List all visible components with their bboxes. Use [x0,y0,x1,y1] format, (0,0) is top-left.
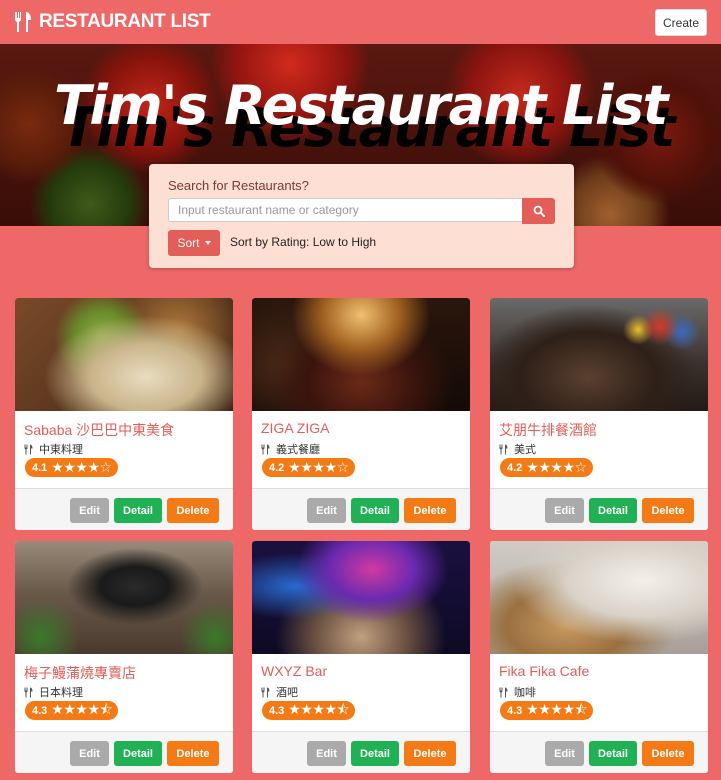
brand-link[interactable]: RESTAURANT LIST [14,11,211,33]
restaurant-name[interactable]: 梅子鰻蒲燒專賣店 [24,663,136,683]
restaurant-name[interactable]: Fika Fika Cafe [499,663,589,679]
delete-button[interactable]: Delete [404,498,456,523]
card-footer: Edit Detail Delete [15,488,233,530]
restaurant-photo[interactable] [15,541,233,654]
detail-button[interactable]: Detail [114,741,162,766]
rating-value: 4.1 [32,461,48,474]
utensils-icon [261,687,270,697]
search-label: Search for Restaurants? [168,178,309,193]
detail-button[interactable]: Detail [589,498,637,523]
delete-button[interactable]: Delete [167,498,219,523]
delete-button[interactable]: Delete [642,741,694,766]
card-footer: Edit Detail Delete [490,731,708,773]
restaurant-card[interactable]: 艾朋牛排餐酒館 美式 4.2 ★★★★☆ Edit Detail Delete [490,298,708,530]
detail-button[interactable]: Detail [351,498,399,523]
restaurant-name[interactable]: ZIGA ZIGA [261,420,329,436]
star-rating-icon: ★★★★⯪ [526,700,588,717]
restaurant-card[interactable]: Sababa 沙巴巴中東美食 中東料理 4.1 ★★★★☆ Edit Detai… [15,298,233,530]
card-footer: Edit Detail Delete [15,731,233,773]
restaurant-photo[interactable] [490,298,708,411]
star-rating-icon: ★★★★☆ [526,459,587,475]
detail-button[interactable]: Detail [589,741,637,766]
search-input[interactable] [168,198,523,222]
rating-badge: 4.2 ★★★★☆ [500,458,593,477]
restaurant-category: 美式 [499,441,536,457]
utensils-icon [24,444,33,454]
utensils-icon [15,12,31,32]
sort-button[interactable]: Sort [168,230,220,256]
restaurant-photo[interactable] [15,298,233,411]
edit-button[interactable]: Edit [545,498,584,523]
restaurant-photo[interactable] [252,298,470,411]
category-label: 中東料理 [39,444,83,456]
rating-value: 4.2 [507,461,523,474]
utensils-icon [499,444,508,454]
detail-button[interactable]: Detail [114,498,162,523]
rating-badge: 4.3 ★★★★⯪ [25,700,119,720]
category-label: 義式餐廳 [276,444,320,456]
delete-button[interactable]: Delete [642,498,694,523]
restaurant-photo[interactable] [490,541,708,654]
delete-button[interactable]: Delete [404,741,456,766]
star-rating-icon: ★★★★☆ [51,459,112,475]
edit-button[interactable]: Edit [70,741,109,766]
rating-value: 4.2 [269,461,285,474]
sort-status: Sort by Rating: Low to High [230,235,377,249]
card-footer: Edit Detail Delete [252,731,470,773]
card-footer: Edit Detail Delete [252,488,470,530]
rating-value: 4.3 [269,704,285,717]
card-footer: Edit Detail Delete [490,488,708,530]
restaurant-category: 義式餐廳 [261,441,320,457]
utensils-icon [261,444,270,454]
rating-badge: 4.1 ★★★★☆ [25,458,118,477]
create-button[interactable]: Create [655,9,707,36]
utensils-icon [499,687,508,697]
rating-badge: 4.3 ★★★★⯪ [262,700,356,720]
rating-badge: 4.3 ★★★★⯪ [500,700,594,720]
navbar: RESTAURANT LIST Create [0,0,721,44]
edit-button[interactable]: Edit [545,741,584,766]
hero-title: Tim's Restaurant List [54,74,668,137]
restaurant-card[interactable]: WXYZ Bar 酒吧 4.3 ★★★★⯪ Edit Detail Delete [252,541,470,773]
category-label: 美式 [514,444,536,456]
search-button[interactable] [522,198,555,224]
restaurant-name[interactable]: 艾朋牛排餐酒館 [499,420,597,440]
search-panel: Search for Restaurants? Sort Sort by Rat… [149,164,574,268]
utensils-icon [24,687,33,697]
detail-button[interactable]: Detail [351,741,399,766]
rating-badge: 4.2 ★★★★☆ [262,458,355,477]
caret-down-icon [204,241,211,245]
restaurant-name[interactable]: Sababa 沙巴巴中東美食 [24,420,174,440]
edit-button[interactable]: Edit [307,741,346,766]
brand-title: RESTAURANT LIST [39,11,211,32]
delete-button[interactable]: Delete [167,741,219,766]
star-rating-icon: ★★★★⯪ [51,700,113,717]
restaurant-photo[interactable] [252,541,470,654]
star-rating-icon: ★★★★⯪ [288,700,350,717]
rating-value: 4.3 [32,704,48,717]
sort-label: Sort [177,236,200,250]
search-icon [533,205,545,217]
restaurant-name[interactable]: WXYZ Bar [261,663,327,679]
restaurant-category: 中東料理 [24,441,83,457]
edit-button[interactable]: Edit [307,498,346,523]
star-rating-icon: ★★★★☆ [288,459,349,475]
restaurant-card[interactable]: 梅子鰻蒲燒專賣店 日本料理 4.3 ★★★★⯪ Edit Detail Dele… [15,541,233,773]
restaurant-card[interactable]: Fika Fika Cafe 咖啡 4.3 ★★★★⯪ Edit Detail … [490,541,708,773]
rating-value: 4.3 [507,704,523,717]
restaurant-card[interactable]: ZIGA ZIGA 義式餐廳 4.2 ★★★★☆ Edit Detail Del… [252,298,470,530]
edit-button[interactable]: Edit [70,498,109,523]
